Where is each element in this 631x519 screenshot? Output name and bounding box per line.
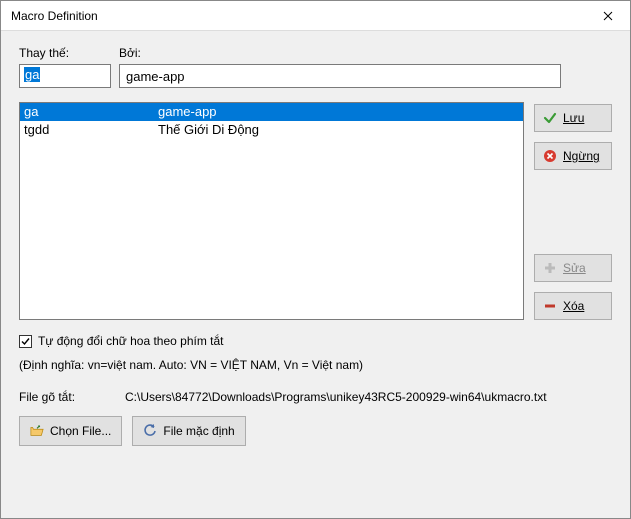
cancel-icon	[543, 149, 557, 163]
minus-icon	[543, 299, 557, 313]
with-label: Bởi:	[119, 46, 141, 60]
hint-text: (Định nghĩa: vn=việt nam. Auto: VN = VIỆ…	[19, 358, 612, 372]
macro-definition-dialog: Macro Definition Thay thế: Bởi: ga ga ga…	[0, 0, 631, 519]
edit-button[interactable]: Sửa	[534, 254, 612, 282]
close-icon	[601, 9, 615, 23]
stop-button[interactable]: Ngừng	[534, 142, 612, 170]
choose-file-label: Chọn File...	[50, 424, 111, 438]
side-buttons: Lưu Ngừng Sửa	[534, 102, 612, 320]
list-item-key: ga	[24, 103, 158, 121]
delete-button-label: Xóa	[563, 299, 584, 313]
default-file-label: File mặc định	[163, 424, 234, 438]
save-button[interactable]: Lưu	[534, 104, 612, 132]
list-item[interactable]: tgdd Thế Giới Di Động	[20, 121, 523, 139]
macro-list[interactable]: ga game-app tgdd Thế Giới Di Động	[19, 102, 524, 320]
replace-input[interactable]: ga	[19, 64, 111, 88]
auto-case-checkbox[interactable]	[19, 335, 32, 348]
refresh-icon	[143, 424, 157, 438]
replace-label: Thay thế:	[19, 46, 119, 60]
window-title: Macro Definition	[11, 9, 98, 23]
close-button[interactable]	[585, 1, 630, 31]
choose-file-button[interactable]: Chọn File...	[19, 416, 122, 446]
check-icon	[543, 111, 557, 125]
edit-button-label: Sửa	[563, 261, 586, 275]
list-item[interactable]: ga game-app	[20, 103, 523, 121]
file-label: File gõ tắt:	[19, 390, 125, 404]
content-area: Thay thế: Bởi: ga ga game-app tgdd Thế G…	[1, 31, 630, 456]
titlebar: Macro Definition	[1, 1, 630, 31]
folder-open-icon	[30, 424, 44, 438]
save-button-label: Lưu	[563, 111, 584, 125]
file-path: C:\Users\84772\Downloads\Programs\unikey…	[125, 390, 612, 404]
auto-case-label: Tự động đổi chữ hoa theo phím tắt	[38, 334, 224, 348]
delete-button[interactable]: Xóa	[534, 292, 612, 320]
default-file-button[interactable]: File mặc định	[132, 416, 245, 446]
list-item-value: Thế Giới Di Động	[158, 121, 519, 139]
list-item-value: game-app	[158, 103, 519, 121]
list-item-key: tgdd	[24, 121, 158, 139]
stop-button-label: Ngừng	[563, 149, 600, 163]
plus-icon	[543, 261, 557, 275]
with-input[interactable]	[119, 64, 561, 88]
